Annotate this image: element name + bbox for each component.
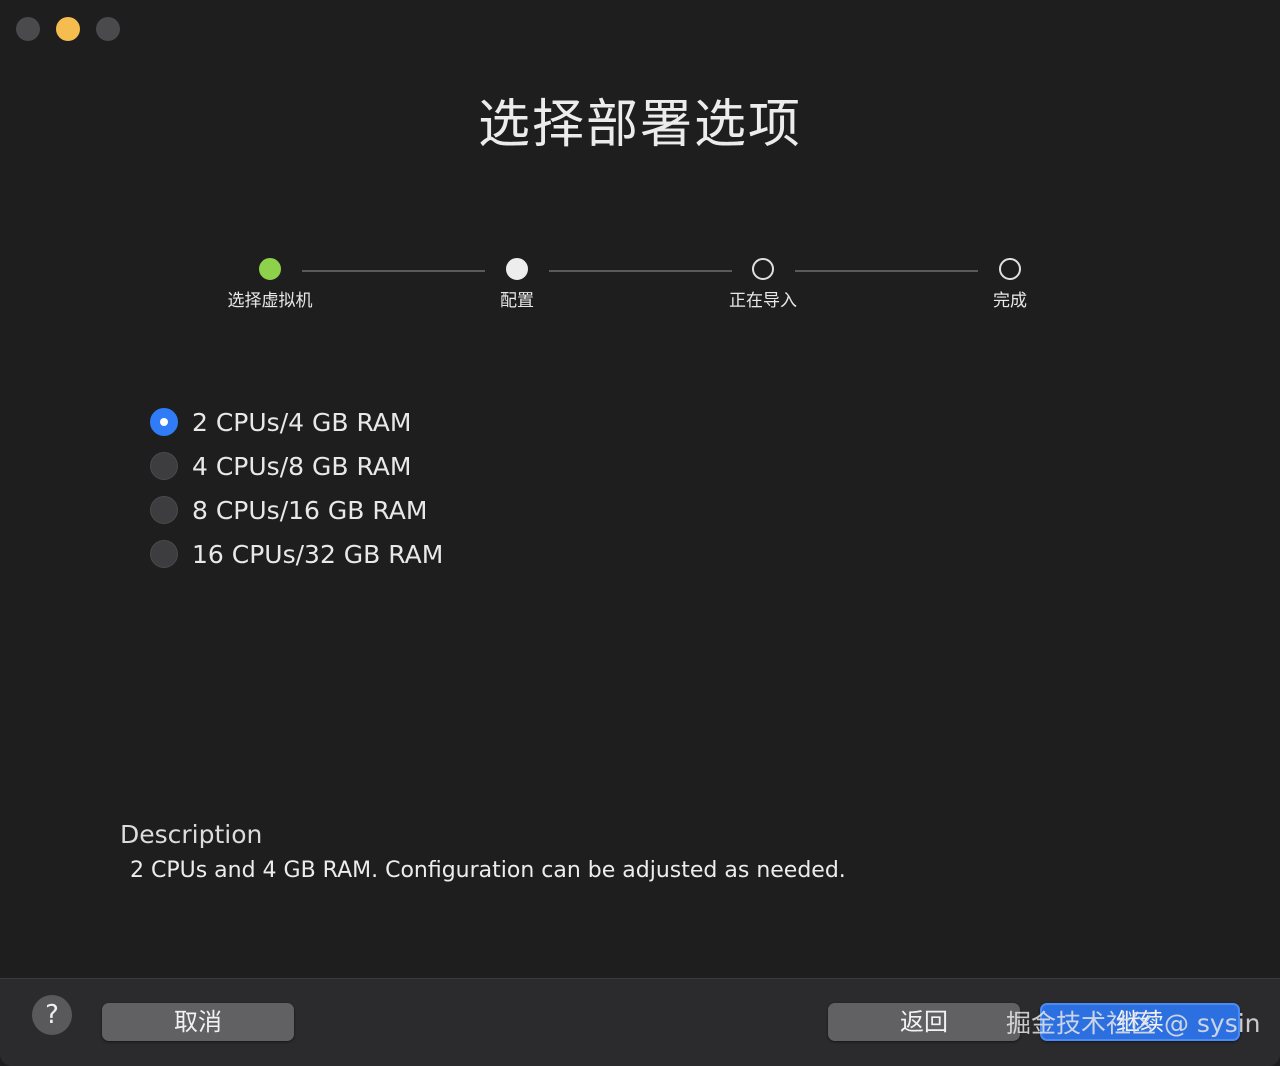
watermark-text: 掘金技术社区 @ sysin (1006, 1009, 1261, 1038)
option-2cpu-4gb[interactable]: 2 CPUs/4 GB RAM (150, 400, 443, 444)
page-title: 选择部署选项 (477, 95, 802, 155)
radio-button-selected[interactable] (150, 408, 178, 436)
step-label: 配置 (500, 291, 534, 311)
step-indicator-done (259, 258, 281, 280)
option-label: 2 CPUs/4 GB RAM (192, 407, 412, 437)
installer-window: 选择部署选项 选择虚拟机 配置 正在导入 完成 2 CPUs/4 GB RAM (0, 0, 1280, 1066)
radio-button[interactable] (150, 540, 178, 568)
option-label: 16 CPUs/32 GB RAM (192, 539, 444, 569)
option-8cpu-16gb[interactable]: 8 CPUs/16 GB RAM (150, 488, 443, 532)
back-button[interactable]: 返回 (828, 1003, 1020, 1041)
step-configure: 配置 (447, 258, 587, 311)
minimize-window-button[interactable] (56, 17, 80, 41)
help-button[interactable]: ? (32, 995, 72, 1035)
option-16cpu-32gb[interactable]: 16 CPUs/32 GB RAM (150, 532, 443, 576)
step-indicator-current (506, 258, 528, 280)
step-finish: 完成 (940, 258, 1080, 311)
option-label: 8 CPUs/16 GB RAM (192, 495, 428, 525)
option-label: 4 CPUs/8 GB RAM (192, 451, 412, 481)
step-indicator-pending (752, 258, 774, 280)
step-select-vm: 选择虚拟机 (200, 258, 340, 311)
step-label: 正在导入 (729, 291, 797, 311)
step-importing: 正在导入 (693, 258, 833, 311)
zoom-window-button[interactable] (96, 17, 120, 41)
description-heading: Description (120, 820, 263, 849)
option-4cpu-8gb[interactable]: 4 CPUs/8 GB RAM (150, 444, 443, 488)
deployment-options: 2 CPUs/4 GB RAM 4 CPUs/8 GB RAM 8 CPUs/1… (150, 400, 443, 576)
window-controls (16, 17, 120, 41)
progress-stepper: 选择虚拟机 配置 正在导入 完成 (0, 258, 1280, 318)
step-indicator-pending (999, 258, 1021, 280)
close-window-button[interactable] (16, 17, 40, 41)
cancel-button[interactable]: 取消 (102, 1003, 294, 1041)
description-text: 2 CPUs and 4 GB RAM. Configuration can b… (130, 858, 846, 883)
radio-button[interactable] (150, 452, 178, 480)
step-label: 完成 (993, 291, 1027, 311)
step-label: 选择虚拟机 (227, 291, 313, 311)
radio-button[interactable] (150, 496, 178, 524)
